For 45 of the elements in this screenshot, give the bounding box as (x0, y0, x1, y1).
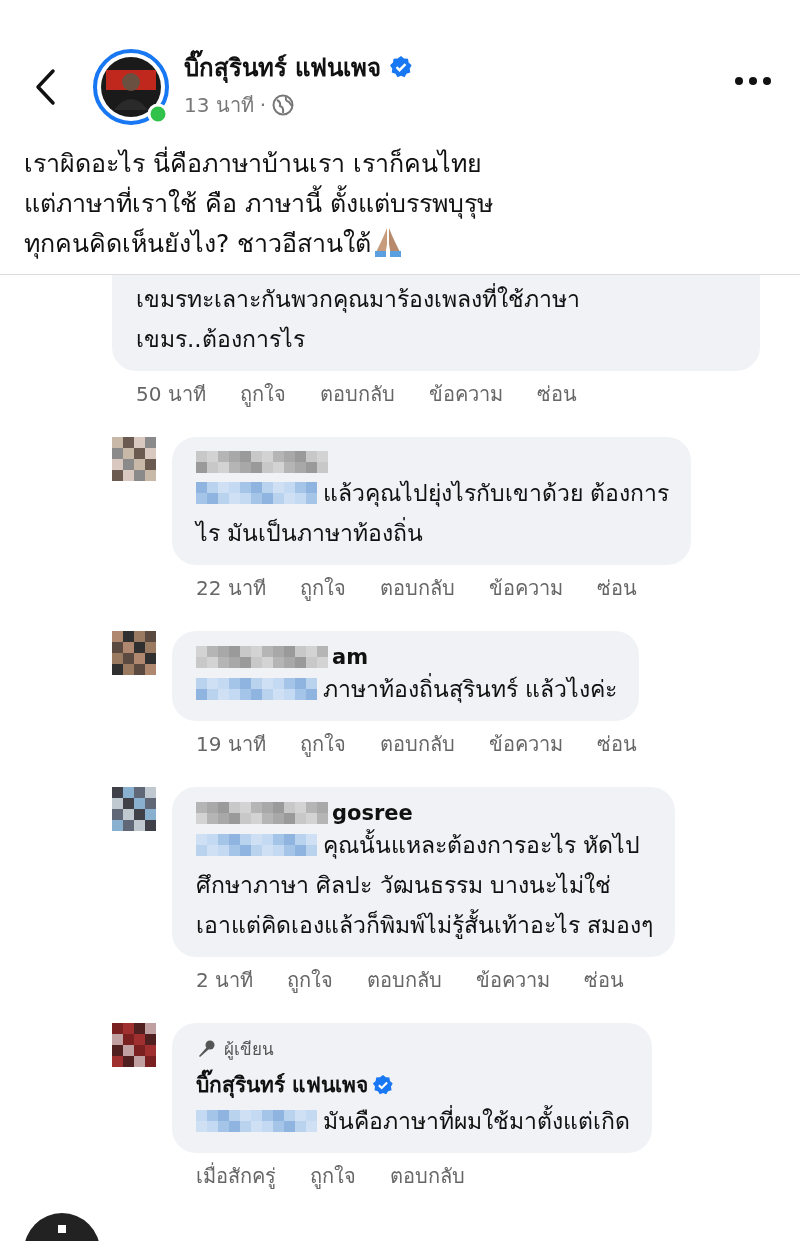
comment-text: คุณนั้นแหละต้องการอะไร หัดไป ศึกษาภาษา ศิลปะ วัฒนธรรม บางนะไม่ใช่ เอาแต่คิดเองแล้วก็พิมพ์ไม่รู้สั้นเท้าอะไร สมองๆ (196, 825, 654, 945)
comment-action-link[interactable]: ข้อความ (488, 573, 563, 617)
comment-text: เขมรทะเลาะกันพวกคุณมาร้องเพลงที่ใช้ภาษา เขมร..ต้องการไร (136, 279, 738, 359)
microphone-icon (196, 1038, 216, 1059)
comment-time: 19 นาที (196, 731, 266, 758)
comment-action-link[interactable]: ซ่อน (536, 379, 577, 423)
author-label: ผู้เขียน (224, 1038, 274, 1062)
post-text: เราผิดอะไร นี่คือภาษาบ้านเรา เราก็คนไทย แต่ภาษาที่เราใช้ คือ ภาษานี้ ตั้งแต่บรรพบุรุษ ทุกคนคิดเห็นยังไง? ชาวอีสานใต้ (24, 144, 776, 264)
comment-action-link[interactable]: ตอบกลับ (367, 965, 443, 1009)
avatar[interactable] (112, 787, 156, 831)
comment-action-link[interactable]: ซ่อน (596, 573, 637, 617)
separator-dot: · (259, 92, 267, 117)
comment-action-link[interactable]: ตอบกลับ (319, 379, 395, 423)
commenter-name[interactable]: gosree (332, 801, 413, 825)
comment-time: 50 นาที (136, 381, 206, 408)
comment-action-link[interactable]: ถูกใจ (287, 965, 334, 1009)
back-icon[interactable] (34, 68, 56, 106)
globe-icon (272, 93, 295, 116)
avatar[interactable] (112, 631, 156, 675)
comment-action-link[interactable]: ข้อความ (476, 965, 551, 1009)
post-time: 13 นาที (184, 91, 254, 119)
commenter-name[interactable]: am (332, 645, 369, 669)
comment-action-link[interactable]: ข้อความ (428, 379, 503, 423)
comment-time: 2 นาที (196, 967, 254, 994)
avatar[interactable] (112, 437, 156, 481)
comment-action-link[interactable]: ตอบกลับ (379, 729, 455, 773)
page-name[interactable]: บิ๊กสุรินทร์ แฟนเพจ (184, 47, 382, 87)
page-avatar[interactable] (92, 48, 170, 126)
comment-time: 22 นาที (196, 575, 266, 602)
comment-action-link[interactable]: ซ่อน (584, 965, 625, 1009)
comment-action-link[interactable]: ซ่อน (596, 729, 637, 773)
comment-action-link[interactable]: ถูกใจ (299, 729, 346, 773)
avatar[interactable] (112, 1023, 156, 1067)
more-options-icon[interactable] (734, 76, 772, 86)
commenter-name[interactable]: บิ๊กสุรินทร์ แฟนเพจ (196, 1068, 369, 1101)
comment-action-link[interactable]: ถูกใจ (310, 1161, 356, 1205)
comment-text: ภาษาท้องถิ่นสุรินทร์ แล้วไงค่ะ (196, 669, 618, 709)
comment-action-link[interactable]: ถูกใจ (299, 573, 346, 617)
comment-time: เมื่อสักครู่ (196, 1161, 276, 1191)
comment-action-link[interactable]: ข้อความ (488, 729, 563, 773)
comment-action-link[interactable]: ตอบกลับ (390, 1161, 465, 1205)
comment-text: แล้วคุณไปยุ่งไรกับเขาด้วย ต้องการ ไร มันเป็นภาษาท้องถิ่น (196, 479, 670, 548)
comment-text: มันคือภาษาที่ผมใช้มาตั้งแต่เกิด (196, 1101, 630, 1141)
comment-action-link[interactable]: ตอบกลับ (379, 573, 455, 617)
comment-action-link[interactable]: ถูกใจ (239, 379, 286, 423)
